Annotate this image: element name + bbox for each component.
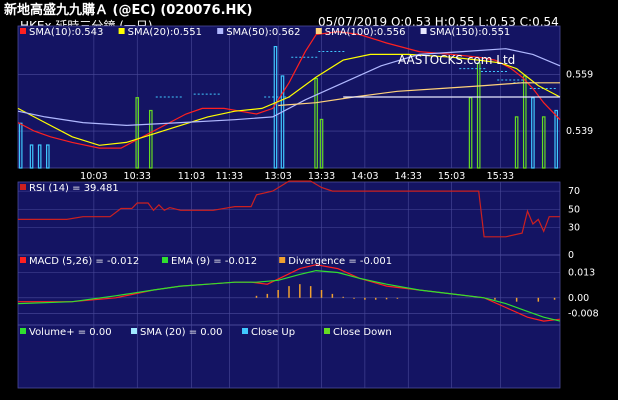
legend-swatch (315, 28, 322, 34)
legend-label: SMA(10):0.543 (29, 27, 103, 38)
legend-label: EMA (9) = -0.012 (171, 256, 257, 267)
legend-label: MACD (5,26) = -0.012 (29, 256, 139, 267)
price-y-tick: 0.539 (566, 126, 593, 137)
legend-label: SMA (20) = 0.00 (140, 327, 223, 338)
legend-label: RSI (14) = 39.481 (29, 183, 119, 194)
price-y-tick: 0.559 (566, 69, 593, 80)
legend-label: SMA(50):0.562 (226, 27, 300, 38)
macd-y-tick: 0.013 (568, 268, 595, 279)
rsi-y-tick: 0 (568, 250, 574, 261)
legend-label: SMA(20):0.551 (128, 27, 202, 38)
x-tick-label: 15:33 (487, 171, 514, 182)
macd-y-tick: 0.00 (568, 293, 589, 304)
legend-swatch (118, 28, 125, 34)
stock-chart: 新地高盛九九購Ａ (@EC) (020076.HK) HKEx 延時三分鐘 (一… (4, 2, 599, 389)
rsi-y-tick: 70 (568, 186, 580, 197)
legend-swatch (217, 28, 224, 34)
legend-label: SMA(100):0.556 (325, 27, 406, 38)
legend-swatch (20, 28, 26, 34)
x-tick-label: 14:33 (395, 171, 422, 182)
legend-label: SMA(150):0.551 (430, 27, 511, 38)
legend-label: Volume+ = 0.00 (29, 327, 112, 338)
x-tick-label: 15:03 (438, 171, 465, 182)
legend-swatch (242, 328, 248, 334)
x-tick-label: 13:33 (308, 171, 335, 182)
x-tick-label: 11:03 (178, 171, 205, 182)
legend-swatch (162, 257, 168, 263)
legend-swatch (20, 257, 26, 263)
watermark: AASTOCKS.com Ltd (398, 53, 515, 67)
chart-title: 新地高盛九九購Ａ (@EC) (020076.HK) (4, 2, 252, 18)
x-tick-label: 13:03 (264, 171, 291, 182)
legend-label: Divergence = -0.001 (288, 256, 392, 267)
legend-swatch (324, 328, 330, 334)
legend-swatch (20, 184, 26, 190)
rsi-y-tick: 50 (568, 204, 580, 215)
x-tick-label: 11:33 (216, 171, 243, 182)
x-tick-label: 10:33 (124, 171, 151, 182)
legend-label: Close Up (251, 327, 295, 338)
legend-swatch (20, 328, 26, 334)
x-tick-label: 14:03 (351, 171, 378, 182)
legend-swatch (279, 257, 286, 263)
legend-swatch (131, 328, 137, 334)
x-tick-label: 10:03 (80, 171, 107, 182)
legend-swatch (420, 28, 427, 34)
rsi-y-tick: 30 (568, 223, 580, 234)
legend-label: Close Down (333, 327, 392, 338)
macd-y-tick: -0.008 (568, 308, 599, 319)
